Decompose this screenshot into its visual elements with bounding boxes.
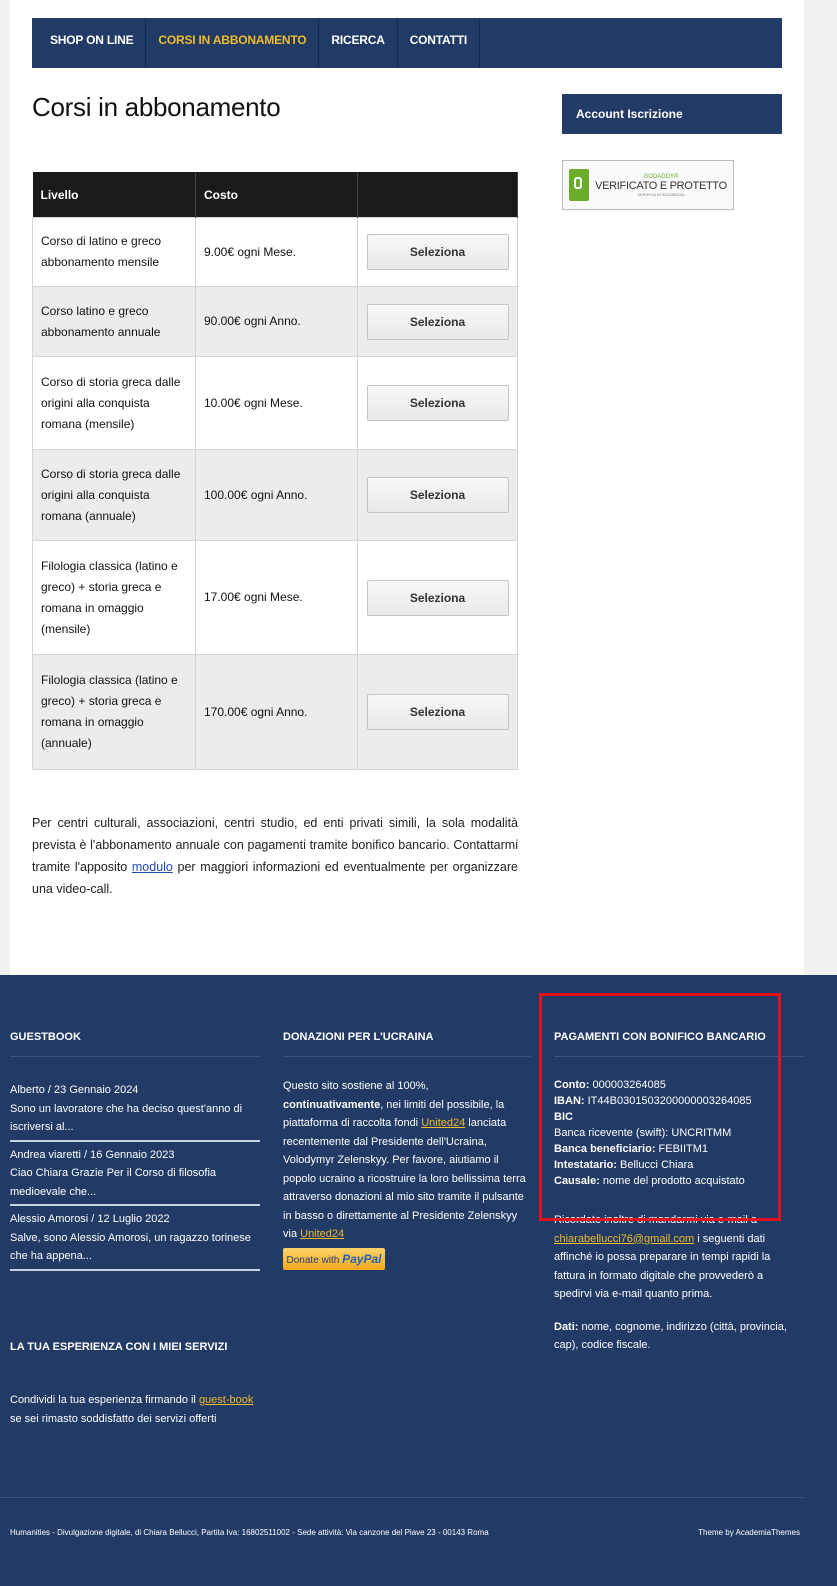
row-action-cell: Seleziona: [357, 654, 518, 770]
row-level: Corso di storia greca dalle origini alla…: [32, 356, 196, 450]
table-row: Corso di latino e greco abbonamento mens…: [32, 217, 518, 287]
donations-text-bold: continuativamente: [283, 1098, 381, 1111]
experience-text-after: se sei rimasto soddisfatto dei servizi o…: [10, 1412, 217, 1425]
table-header-row: Livello Costo: [32, 172, 518, 218]
guestbook-entry-text: Ciao Chiara Grazie Per il Corso di filos…: [10, 1167, 217, 1198]
guestbook-entry-text: Salve, sono Alessio Amorosi, un ragazzo …: [10, 1231, 251, 1263]
experience-widget: LA TUA ESPERIENZA CON I MIEI SERVIZI Con…: [10, 1341, 260, 1428]
paypal-donate-label: Donate with: [286, 1254, 340, 1266]
nav-item-corsi-abbonamento[interactable]: CORSI IN ABBONAMENTO: [146, 18, 320, 68]
institutions-paragraph: Per centri culturali, associazioni, cent…: [32, 812, 518, 900]
guestbook-entry[interactable]: Andrea viaretti / 16 Gennaio 2023 Ciao C…: [10, 1142, 260, 1206]
table-row: Filologia classica (latino e greco) + st…: [32, 654, 518, 770]
row-action-cell: Seleziona: [357, 540, 518, 655]
experience-text-before: Condividi la tua esperienza firmando il: [10, 1394, 199, 1406]
nav-item-contatti[interactable]: CONTATTI: [398, 18, 480, 68]
required-data-text: Dati: nome, cognome, indirizzo (città, p…: [554, 1318, 804, 1355]
guestbook-entry[interactable]: Alessio Amorosi / 12 Luglio 2022 Salve, …: [10, 1206, 260, 1271]
column-header-action: [357, 172, 518, 218]
donations-widget: DONAZIONI PER L'UCRAINA Questo sito sost…: [283, 1031, 531, 1270]
email-reminder-text: Ricordate inoltre di mandarmi via e-mail…: [554, 1211, 804, 1304]
footer-divider: [0, 1497, 804, 1498]
table-row: Corso latino e greco abbonamento annuale…: [32, 286, 518, 357]
paypal-donate-button[interactable]: Donate with PayPal: [283, 1247, 385, 1270]
paypal-logo: PayPal: [342, 1251, 382, 1266]
table-row: Corso di storia greca dalle origini alla…: [32, 356, 518, 450]
row-cost: 170.00€ ogni Anno.: [195, 654, 358, 770]
seal-main: VERIFICATO E PROTETTO: [595, 179, 727, 192]
contact-form-link[interactable]: modulo: [132, 860, 173, 874]
row-action-cell: Seleziona: [357, 217, 518, 287]
row-action-cell: Seleziona: [357, 286, 518, 357]
select-button[interactable]: Seleziona: [366, 385, 509, 421]
column-header-costo: Costo: [195, 172, 358, 218]
main-navigation: SHOP ON LINE CORSI IN ABBONAMENTO RICERC…: [32, 18, 782, 68]
united24-link[interactable]: United24: [421, 1117, 465, 1129]
row-cost: 17.00€ ogni Mese.: [195, 540, 358, 655]
account-iscrizione-heading[interactable]: Account Iscrizione: [562, 94, 782, 134]
donations-text: Questo sito sostiene al 100%, continuati…: [283, 1077, 531, 1244]
seal-sub: VERIFICA DI SICUREZZA: [637, 191, 685, 197]
row-level: Filologia classica (latino e greco) + st…: [32, 654, 196, 770]
select-button[interactable]: Seleziona: [366, 477, 509, 513]
row-level: Corso di latino e greco abbonamento mens…: [32, 217, 196, 287]
godaddy-verified-seal[interactable]: GODADDY® VERIFICATO E PROTETTO VERIFICA …: [562, 160, 734, 210]
united24-link[interactable]: United24: [300, 1228, 344, 1240]
select-button[interactable]: Seleziona: [366, 694, 509, 730]
dati-label: Dati:: [554, 1320, 579, 1333]
column-header-livello: Livello: [32, 172, 196, 218]
guest-book-link[interactable]: guest-book: [199, 1394, 253, 1406]
guestbook-title: GUESTBOOK: [10, 1031, 260, 1057]
subscription-table: Livello Costo Corso di latino e greco ab…: [32, 172, 518, 770]
guestbook-widget: GUESTBOOK Alberto / 23 Gennaio 2024 Sono…: [10, 1031, 260, 1271]
row-action-cell: Seleziona: [357, 449, 518, 541]
donations-text-part: Questo sito sostiene al 100%,: [283, 1080, 429, 1092]
footer-credits: Humanities - Divulgazione digitale, di C…: [10, 1528, 489, 1537]
row-cost: 9.00€ ogni Mese.: [195, 217, 358, 287]
row-level: Corso di storia greca dalle origini alla…: [32, 449, 196, 541]
guestbook-entry-text: Sono un lavoratore che ha deciso quest'a…: [10, 1102, 243, 1134]
row-action-cell: Seleziona: [357, 356, 518, 450]
guestbook-entry-meta: Alessio Amorosi / 12 Luglio 2022: [10, 1213, 170, 1225]
table-row: Corso di storia greca dalle origini alla…: [32, 449, 518, 541]
seal-text: GODADDY® VERIFICATO E PROTETTO VERIFICA …: [589, 174, 733, 197]
guestbook-entry-meta: Andrea viaretti / 16 Gennaio 2023: [10, 1148, 175, 1161]
guestbook-entry-meta: Alberto / 23 Gennaio 2024: [10, 1084, 139, 1096]
row-cost: 100.00€ ogni Anno.: [195, 449, 358, 541]
select-button[interactable]: Seleziona: [366, 234, 509, 270]
row-level: Filologia classica (latino e greco) + st…: [32, 540, 196, 655]
dati-value: nome, cognome, indirizzo (città, provinc…: [554, 1320, 787, 1352]
donations-title: DONAZIONI PER L'UCRAINA: [283, 1031, 531, 1057]
highlight-box: [539, 993, 781, 1221]
theme-credit[interactable]: Theme by AcademiaThemes: [698, 1528, 800, 1537]
email-link[interactable]: chiarabellucci76@gmail.com: [554, 1233, 694, 1245]
lock-icon: [569, 169, 589, 201]
experience-title: LA TUA ESPERIENZA CON I MIEI SERVIZI: [10, 1341, 228, 1353]
donations-text-part: lanciata recentemente dal Presidente del…: [283, 1117, 526, 1240]
experience-text: Condividi la tua esperienza firmando il …: [10, 1391, 260, 1428]
select-button[interactable]: Seleziona: [366, 579, 509, 616]
guestbook-entry[interactable]: Alberto / 23 Gennaio 2024 Sono un lavora…: [10, 1077, 260, 1142]
nav-item-ricerca[interactable]: RICERCA: [319, 18, 398, 68]
row-level: Corso latino e greco abbonamento annuale: [32, 286, 196, 357]
nav-item-shop-online[interactable]: SHOP ON LINE: [32, 18, 147, 68]
page-title: Corsi in abbonamento: [32, 92, 281, 122]
row-cost: 90.00€ ogni Anno.: [195, 286, 358, 357]
table-row: Filologia classica (latino e greco) + st…: [32, 540, 518, 655]
select-button[interactable]: Seleziona: [366, 303, 509, 340]
row-cost: 10.00€ ogni Mese.: [195, 356, 358, 450]
